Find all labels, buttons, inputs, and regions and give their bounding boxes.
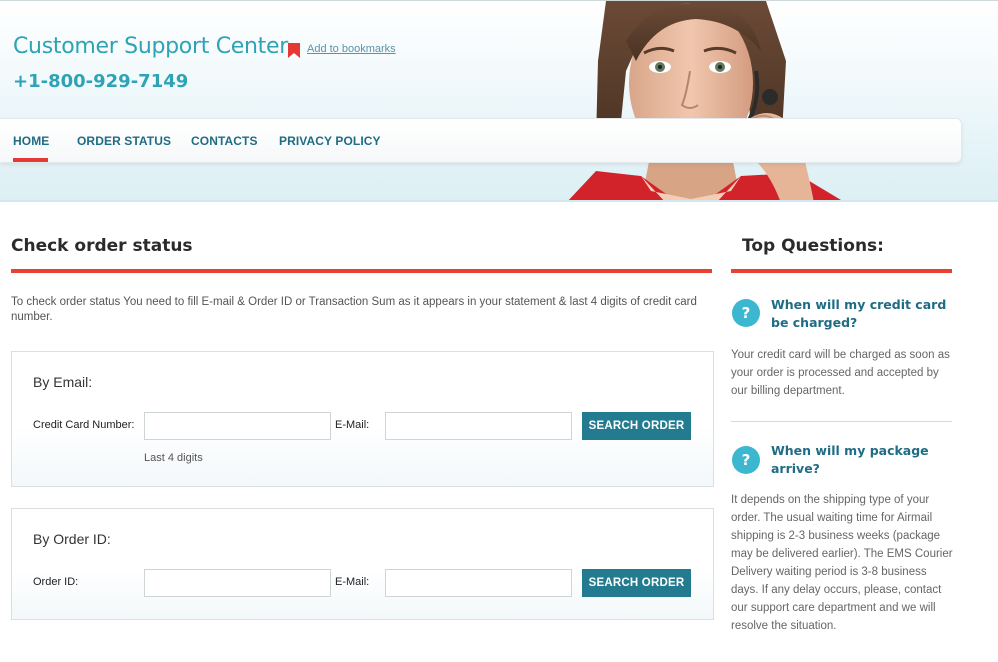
credit-card-input[interactable] (144, 412, 331, 440)
main-nav: HOME ORDER STATUS CONTACTS PRIVACY POLIC… (0, 118, 962, 163)
header-divider (0, 200, 998, 202)
site-title: Customer Support Center (13, 34, 288, 59)
site-header: Customer Support Center Add to bookmarks… (0, 0, 998, 202)
card-hint: Last 4 digits (144, 452, 203, 464)
search-order-by-email-button[interactable]: SEARCH ORDER (582, 412, 691, 440)
active-nav-indicator (13, 158, 48, 162)
question-answer: Your credit card will be charged as soon… (731, 349, 950, 397)
nav-home[interactable]: HOME (13, 134, 49, 148)
title-underline (11, 269, 712, 273)
phone-number: +1-800-929-7149 (13, 71, 189, 92)
page-title: Check order status (11, 236, 193, 256)
credit-card-label: Credit Card Number: (33, 419, 135, 431)
sidebar-divider (731, 421, 952, 422)
support-agent-image (566, 1, 845, 202)
order-id-input[interactable] (144, 569, 331, 597)
email-label: E-Mail: (335, 419, 370, 431)
by-email-heading: By Email: (33, 374, 93, 390)
question-answer: It depends on the shipping type of your … (731, 494, 953, 632)
sidebar-title-underline (731, 269, 952, 273)
intro-text: To check order status You need to fill E… (11, 296, 697, 323)
nav-order-status[interactable]: ORDER STATUS (77, 134, 171, 148)
by-order-id-heading: By Order ID: (33, 531, 111, 547)
email-input[interactable] (385, 569, 572, 597)
add-to-bookmarks-link[interactable]: Add to bookmarks (307, 43, 396, 55)
question-icon: ? (732, 299, 760, 327)
email-label: E-Mail: (335, 576, 370, 588)
order-id-label: Order ID: (33, 576, 79, 588)
search-order-by-id-button[interactable]: SEARCH ORDER (582, 569, 691, 597)
question-icon: ? (732, 446, 760, 474)
by-email-panel: By Email: Credit Card Number: E-Mail: SE… (11, 351, 714, 487)
email-input[interactable] (385, 412, 572, 440)
bookmark-icon[interactable] (288, 43, 300, 58)
nav-contacts[interactable]: CONTACTS (191, 134, 258, 148)
by-order-id-panel: By Order ID: Order ID: E-Mail: SEARCH OR… (11, 508, 714, 620)
sidebar-title: Top Questions: (742, 236, 884, 256)
nav-privacy-policy[interactable]: PRIVACY POLICY (279, 134, 381, 148)
question-title[interactable]: When will my package arrive? (771, 442, 956, 478)
question-title[interactable]: When will my credit card be charged? (771, 296, 956, 332)
